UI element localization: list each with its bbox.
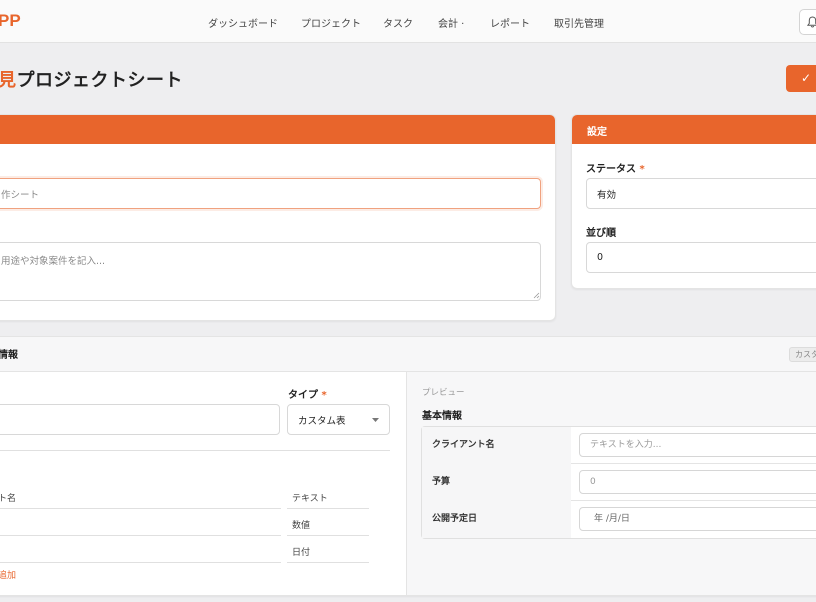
release-date-value: 年 /月/日	[594, 514, 630, 524]
column-type-date: 日付	[292, 548, 311, 558]
required-mark: *	[639, 164, 645, 175]
nav-item-accounting[interactable]: 会計 ·	[438, 15, 464, 30]
section-tag-badge: カスタ	[789, 347, 816, 362]
top-navigation-bar: PP ダッシュボード プロジェクト タスク 会計 · レポート 取引先管理	[0, 0, 816, 43]
check-icon: ✓	[800, 71, 812, 85]
page-title-text: プロジェクトシート	[16, 70, 183, 91]
settings-card-header: 設定	[572, 115, 816, 144]
order-input[interactable]: 0	[586, 242, 816, 273]
column-type-number: 数値	[292, 521, 311, 531]
preview-row-label: クライアント名	[422, 427, 571, 464]
preview-title: 基本情報	[422, 411, 462, 422]
nav-item-clients[interactable]: 取引先管理	[554, 15, 604, 30]
save-button[interactable]: ✓	[786, 65, 816, 92]
divider	[0, 450, 390, 451]
nav-item-projects[interactable]: プロジェクト	[301, 15, 361, 30]
required-mark: *	[321, 390, 327, 401]
status-label: ステータス *	[586, 160, 645, 175]
row-divider	[287, 562, 369, 563]
page-title-accent: 見	[0, 70, 17, 91]
description-placeholder: 用途や対象案件を記入...	[1, 256, 106, 267]
type-select[interactable]: カスタム表	[287, 404, 390, 435]
row-divider	[0, 535, 281, 536]
type-select-value: カスタム表	[298, 415, 346, 427]
sheet-name-input[interactable]: 作シート	[0, 178, 541, 209]
order-value: 0	[597, 252, 604, 263]
preview-row-label: 予算	[422, 464, 571, 501]
fields-section-header-bar	[0, 337, 816, 372]
preview-row: クライアント名 テキストを入力...	[422, 427, 816, 464]
type-label-text: タイプ	[288, 390, 318, 401]
sheet-name-value: 作シート	[1, 189, 40, 201]
preview-label: プレビュー	[422, 388, 465, 398]
budget-input[interactable]: 0	[579, 470, 816, 494]
preview-row: 予算 0	[422, 464, 816, 501]
preview-row-label: 公開予定日	[422, 501, 571, 538]
column-type-text: テキスト	[292, 494, 328, 504]
nav-item-tasks[interactable]: タスク	[383, 15, 413, 30]
type-label: タイプ *	[288, 386, 327, 401]
basic-info-card-header	[0, 115, 555, 144]
description-textarea[interactable]: 用途や対象案件を記入...	[0, 242, 541, 301]
app-logo[interactable]: PP	[0, 11, 21, 31]
add-field-link[interactable]: 追加	[0, 568, 16, 581]
release-date-input[interactable]: 年 /月/日	[579, 507, 816, 531]
client-name-input[interactable]: テキストを入力...	[579, 433, 816, 457]
column-header-name: ト名	[0, 494, 17, 504]
order-label: 並び順	[586, 228, 616, 239]
resize-handle-icon[interactable]	[533, 292, 540, 299]
nav-item-dashboard[interactable]: ダッシュボード	[208, 15, 278, 30]
status-select[interactable]: 有効	[586, 178, 816, 209]
preview-row: 公開予定日 年 /月/日	[422, 501, 816, 538]
nav-item-reports[interactable]: レポート	[490, 15, 530, 30]
bell-icon	[806, 16, 816, 28]
row-divider	[287, 508, 369, 509]
status-value: 有効	[597, 189, 617, 201]
chevron-down-icon	[372, 418, 379, 422]
status-label-text: ステータス	[586, 164, 636, 175]
row-divider	[0, 508, 281, 509]
field-name-input[interactable]	[0, 404, 280, 435]
page-title: 見プロジェクトシート	[0, 66, 183, 92]
fields-section-title: 情報	[0, 350, 18, 361]
row-divider	[287, 535, 369, 536]
row-divider	[0, 562, 281, 563]
notifications-button[interactable]	[799, 9, 816, 35]
